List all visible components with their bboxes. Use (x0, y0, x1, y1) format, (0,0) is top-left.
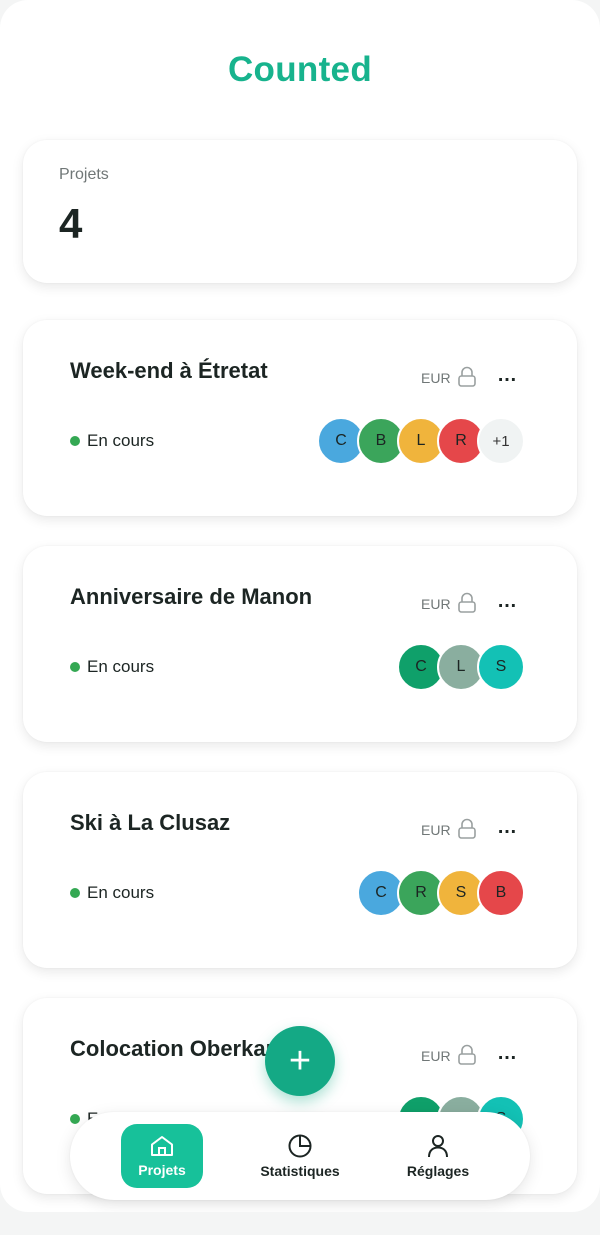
add-project-button[interactable]: + (265, 1026, 335, 1096)
project-name: Ski à La Clusaz (70, 810, 231, 835)
status-dot (70, 1114, 80, 1124)
project-name: Anniversaire de Manon (70, 584, 313, 609)
status: En cours (70, 657, 154, 677)
participant-avatars: C L S (397, 643, 525, 691)
lock-icon (458, 366, 476, 387)
status-text: En cours (87, 431, 155, 450)
currency-label: EUR (421, 596, 451, 612)
status: En cours (70, 431, 154, 451)
status-dot (70, 436, 80, 446)
nav-label: Projets (138, 1162, 186, 1178)
project-name: Week-end à Étretat (70, 358, 268, 383)
currency-label: EUR (421, 1048, 451, 1064)
avatar: S (477, 643, 525, 691)
bottom-navigation: Projets Statistiques Réglages (70, 1112, 530, 1200)
lock-icon (458, 592, 476, 613)
nav-tab-statistiques[interactable]: Statistiques (258, 1124, 342, 1188)
nav-tab-reglages[interactable]: Réglages (397, 1124, 479, 1188)
avatar-more-count: +1 (477, 417, 525, 465)
currency-label: EUR (421, 822, 451, 838)
nav-label: Réglages (406, 1163, 470, 1179)
participant-avatars: C B L R +1 (317, 417, 525, 465)
avatar: B (477, 869, 525, 917)
lock-icon (458, 1044, 476, 1065)
project-card-weekend-etretat[interactable]: Week-end à Étretat EUR … En cours C B L … (23, 320, 577, 516)
status: En cours (70, 883, 154, 903)
status-text: En cours (87, 883, 155, 902)
pie-chart-icon (288, 1134, 312, 1158)
projects-summary-card: Projets 4 (23, 140, 577, 283)
currency-label: EUR (421, 370, 451, 386)
status-dot (70, 888, 80, 898)
project-card-anniversaire-manon[interactable]: Anniversaire de Manon EUR … En cours C L… (23, 546, 577, 742)
summary-value: 4 (59, 200, 83, 247)
more-options-icon[interactable]: … (497, 591, 517, 614)
more-options-icon[interactable]: … (497, 817, 517, 840)
summary-label: Projets (59, 166, 109, 183)
status-text: En cours (87, 657, 155, 676)
nav-label: Statistiques (260, 1163, 340, 1179)
participant-avatars: C R S B (357, 869, 525, 917)
user-icon (428, 1135, 448, 1158)
lock-icon (458, 818, 476, 839)
status-dot (70, 662, 80, 672)
home-icon (151, 1136, 173, 1156)
more-options-icon[interactable]: … (497, 365, 517, 388)
more-options-icon[interactable]: … (497, 1043, 517, 1066)
app-title: Counted (227, 50, 372, 89)
nav-tab-projets[interactable]: Projets (121, 1124, 203, 1188)
project-card-ski-la-clusaz[interactable]: Ski à La Clusaz EUR … En cours C R S B (23, 772, 577, 968)
app-screen: Counted Projets 4 Week-end à Étretat EUR… (0, 0, 600, 1212)
